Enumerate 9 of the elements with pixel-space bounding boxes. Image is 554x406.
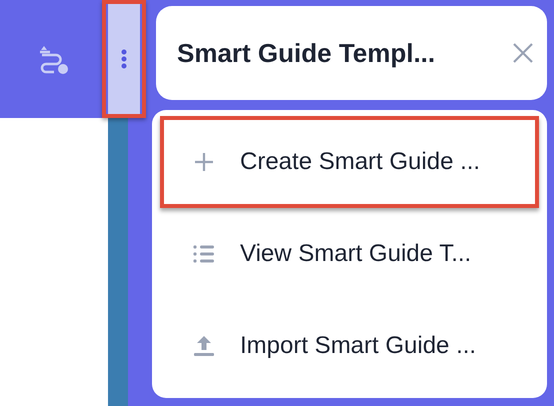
upload-icon [192, 334, 216, 358]
menu-item[interactable]: Create Smart Guide ... [160, 116, 539, 208]
plus-icon [192, 150, 216, 174]
menu-item[interactable]: View Smart Guide T... [160, 208, 539, 300]
kebab-icon[interactable] [121, 49, 127, 69]
panel-title: Smart Guide Templ... [177, 36, 436, 70]
close-button[interactable] [511, 40, 535, 66]
route-icon[interactable] [38, 44, 70, 74]
menu-item[interactable]: Import Smart Guide ... [160, 300, 539, 392]
